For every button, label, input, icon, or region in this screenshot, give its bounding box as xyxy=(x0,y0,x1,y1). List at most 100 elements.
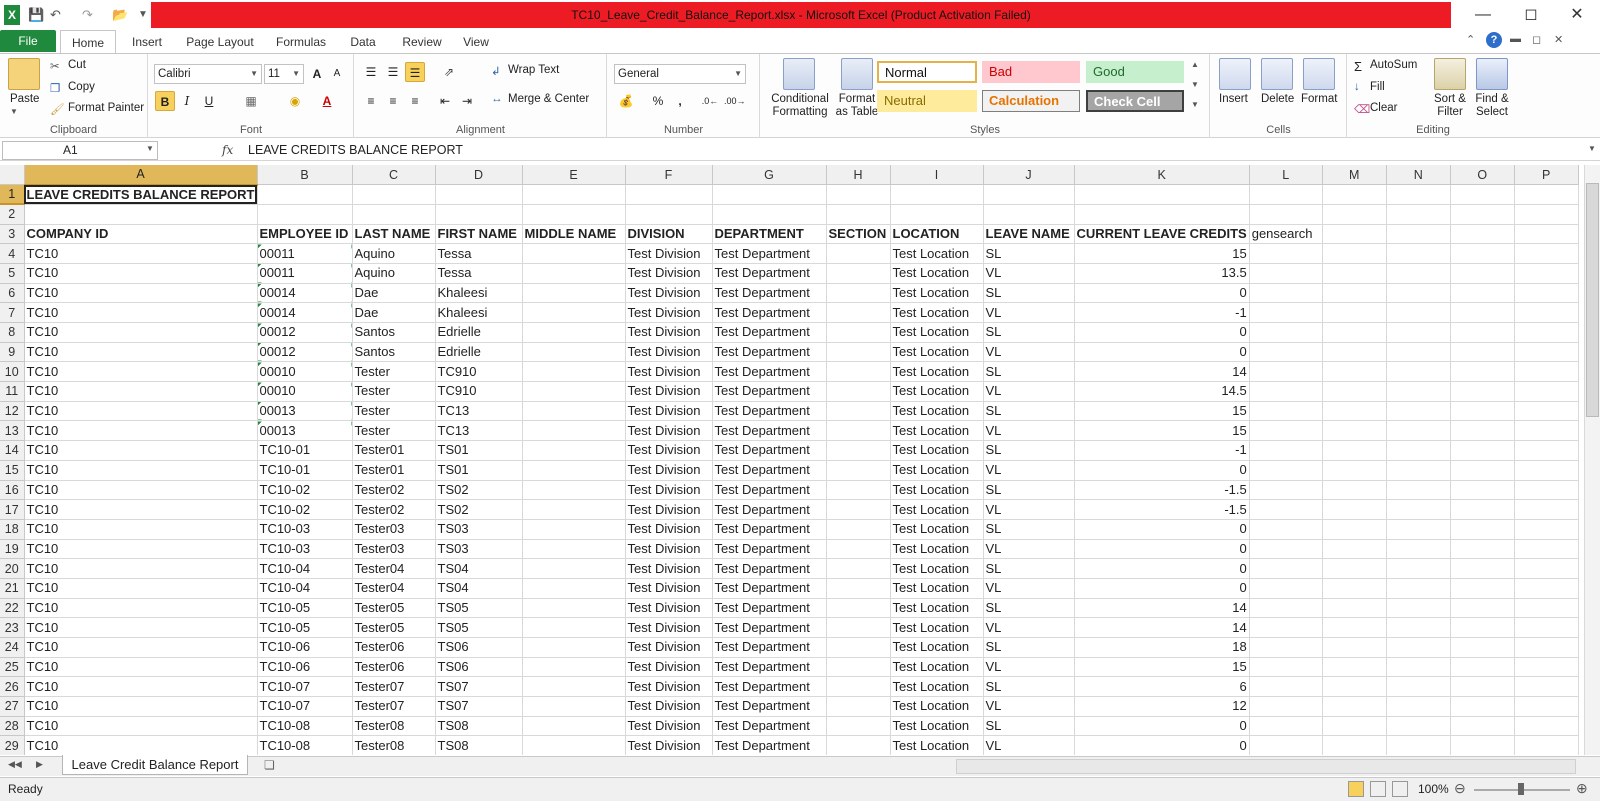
cell[interactable]: Test Location xyxy=(890,361,984,383)
cell[interactable] xyxy=(1322,735,1387,755)
cell[interactable] xyxy=(1514,381,1579,402)
cell[interactable]: 0 xyxy=(1074,342,1250,363)
cell[interactable] xyxy=(826,302,891,323)
cell[interactable]: Test Department xyxy=(712,716,827,737)
zoom-in-icon[interactable]: ⊕ xyxy=(1576,780,1588,797)
align-left-icon[interactable]: ≡ xyxy=(361,91,381,111)
cell[interactable]: Test Location xyxy=(890,637,984,658)
row-header[interactable]: 9 xyxy=(0,342,25,363)
cell[interactable]: MIDDLE NAME xyxy=(522,224,626,245)
cell[interactable]: 14 xyxy=(1074,361,1250,383)
row-header[interactable]: 20 xyxy=(0,558,25,579)
cell[interactable] xyxy=(1322,637,1387,658)
column-header-j[interactable]: J xyxy=(983,165,1075,186)
cell[interactable] xyxy=(1249,499,1323,520)
cell[interactable]: Test Location xyxy=(890,499,984,520)
cell[interactable]: TC10 xyxy=(24,243,258,264)
cell[interactable]: VL xyxy=(983,342,1075,363)
cell[interactable]: TS07 xyxy=(435,676,523,698)
cell[interactable]: TC10 xyxy=(24,460,258,481)
styles-scroll-up-icon[interactable]: ▲ xyxy=(1191,60,1199,69)
cell[interactable]: TC10 xyxy=(24,401,258,422)
cell[interactable] xyxy=(1386,302,1451,323)
row-header[interactable]: 12 xyxy=(0,401,25,422)
cell[interactable]: Test Division xyxy=(625,735,713,755)
cell[interactable]: Test Division xyxy=(625,617,713,638)
cell[interactable] xyxy=(522,204,626,225)
cell[interactable] xyxy=(1450,735,1515,755)
cell[interactable]: 00010 xyxy=(257,361,353,383)
clear-icon[interactable]: ⌫ xyxy=(1354,102,1370,116)
cell[interactable] xyxy=(522,420,626,442)
cell[interactable]: Test Division xyxy=(625,420,713,442)
cell[interactable] xyxy=(1322,617,1387,638)
tab-file[interactable]: File xyxy=(0,30,56,52)
cell[interactable] xyxy=(826,440,891,461)
cell[interactable]: Test Department xyxy=(712,578,827,599)
align-right-icon[interactable]: ≡ xyxy=(405,91,425,111)
tab-home[interactable]: Home xyxy=(60,30,116,54)
zoom-level[interactable]: 100% xyxy=(1418,782,1449,796)
cell[interactable]: Test Department xyxy=(712,243,827,264)
cell[interactable]: Test Division xyxy=(625,499,713,520)
cell[interactable] xyxy=(1322,539,1387,560)
maximize-icon[interactable]: ◻ xyxy=(1508,0,1554,30)
cell[interactable]: Aquino xyxy=(352,243,436,264)
cell[interactable]: Tester xyxy=(352,420,436,442)
paste-icon[interactable] xyxy=(8,58,40,90)
cell[interactable] xyxy=(1514,617,1579,638)
cell[interactable]: Tester01 xyxy=(352,440,436,461)
row-header[interactable]: 17 xyxy=(0,499,25,520)
cell[interactable]: TC10 xyxy=(24,617,258,638)
cell[interactable] xyxy=(826,381,891,402)
cell[interactable] xyxy=(1322,460,1387,481)
cell[interactable] xyxy=(522,558,626,579)
cell[interactable] xyxy=(1249,361,1323,383)
cell[interactable]: 00013 xyxy=(257,401,353,422)
cell[interactable]: Test Location xyxy=(890,420,984,442)
cell[interactable]: 13.5 xyxy=(1074,263,1250,284)
cell[interactable]: SL xyxy=(983,283,1075,304)
cell[interactable] xyxy=(1322,361,1387,383)
cell[interactable] xyxy=(1249,381,1323,402)
row-header[interactable]: 3 xyxy=(0,224,25,245)
cell[interactable]: Khaleesi xyxy=(435,302,523,323)
cell[interactable] xyxy=(1322,243,1387,264)
cell[interactable] xyxy=(522,440,626,461)
cell[interactable] xyxy=(1386,283,1451,304)
cell[interactable]: TC10 xyxy=(24,480,258,501)
cell[interactable] xyxy=(1450,657,1515,678)
select-all-corner[interactable] xyxy=(0,165,25,186)
cell[interactable]: EMPLOYEE ID xyxy=(257,224,353,245)
cell[interactable]: Test Location xyxy=(890,381,984,402)
cell[interactable] xyxy=(1249,598,1323,619)
cell[interactable]: Test Location xyxy=(890,598,984,619)
cell[interactable] xyxy=(522,283,626,304)
cell[interactable] xyxy=(1514,224,1579,245)
cell[interactable] xyxy=(1386,578,1451,599)
row-header[interactable]: 6 xyxy=(0,283,25,304)
cell[interactable]: Test Location xyxy=(890,302,984,323)
orientation-icon[interactable]: ⇗ xyxy=(439,62,459,82)
cell[interactable] xyxy=(1514,480,1579,501)
column-header-a[interactable]: A xyxy=(24,165,258,186)
cell[interactable]: TC10 xyxy=(24,342,258,363)
cell[interactable] xyxy=(1514,558,1579,579)
cell[interactable]: Aquino xyxy=(352,263,436,284)
cell[interactable] xyxy=(1322,480,1387,501)
cell[interactable] xyxy=(1514,598,1579,619)
cell[interactable] xyxy=(1450,381,1515,402)
cell[interactable] xyxy=(1386,716,1451,737)
font-color-icon[interactable]: A xyxy=(317,91,337,111)
maximize-workbook-icon[interactable]: ◻ xyxy=(1532,33,1541,46)
cell[interactable]: Test Department xyxy=(712,519,827,540)
cell[interactable]: Tester05 xyxy=(352,598,436,619)
cell[interactable]: 14 xyxy=(1074,598,1250,619)
cell[interactable]: TC10 xyxy=(24,499,258,520)
cell[interactable]: Test Department xyxy=(712,401,827,422)
cell[interactable]: Test Location xyxy=(890,243,984,264)
cell[interactable]: TC10 xyxy=(24,657,258,678)
cell[interactable]: TC10-02 xyxy=(257,480,353,501)
cell[interactable]: 0 xyxy=(1074,735,1250,755)
cell[interactable]: TC10-07 xyxy=(257,676,353,698)
